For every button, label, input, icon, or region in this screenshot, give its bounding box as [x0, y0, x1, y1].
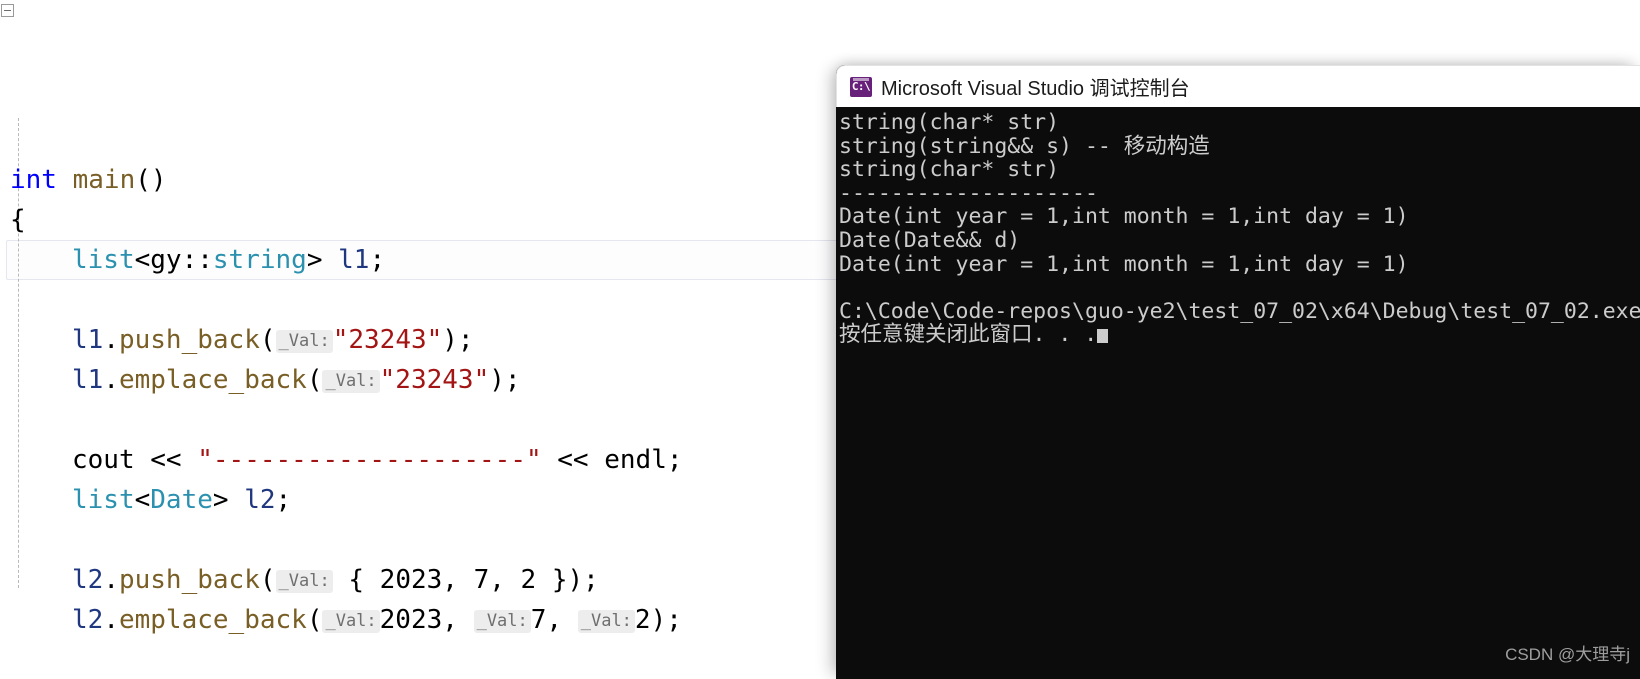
code-token: push_back	[118, 565, 260, 595]
code-fold-toggle-icon[interactable]	[1, 4, 14, 17]
console-line: Date(Date&& d)	[839, 227, 1021, 253]
console-line: string(char* str)	[839, 157, 1060, 183]
code-token: <	[134, 245, 151, 275]
code-token: ;	[666, 445, 683, 475]
code-token: >	[306, 245, 339, 275]
code-token: <	[134, 485, 151, 515]
code-token: main	[72, 165, 136, 195]
code-token: l2	[244, 485, 276, 515]
code-token: Date	[150, 485, 213, 515]
code-token: "23243"	[379, 365, 490, 395]
console-line: C:\Code\Code-repos\guo-ye2\test_07_02\x6…	[839, 298, 1640, 324]
code-token: list	[72, 245, 135, 275]
console-line: Date(int year = 1,int month = 1,int day …	[839, 251, 1409, 277]
debug-console-window[interactable]: C:\ Microsoft Visual Studio 调试控制台 string…	[836, 65, 1640, 679]
code-token: int	[10, 165, 57, 195]
console-line: --------------------	[839, 180, 1098, 206]
console-window-icon: C:\	[850, 76, 872, 97]
code-token: (	[306, 365, 323, 395]
code-token: push_back	[118, 325, 260, 355]
code-token: );	[489, 365, 521, 395]
code-token: l1	[338, 245, 370, 275]
console-icon-glyph: C:\	[851, 80, 871, 93]
code-token: l2	[72, 565, 104, 595]
code-line-text: l2.push_back(_Val: { 2023, 7, 2 });	[0, 560, 599, 601]
parameter-hint-pill: _Val:	[275, 330, 333, 353]
code-token: ;	[275, 485, 292, 515]
code-token: );	[442, 325, 474, 355]
code-token: emplace_back	[118, 365, 307, 395]
code-line-text: list<gy::string> l1;	[0, 240, 385, 280]
code-token: cout	[72, 445, 135, 475]
code-token: emplace_back	[118, 605, 307, 635]
console-output[interactable]: string(char* str) string(string&& s) -- 移…	[836, 107, 1640, 679]
console-title: Microsoft Visual Studio 调试控制台	[881, 78, 1190, 100]
code-token: endl	[604, 445, 667, 475]
console-titlebar[interactable]: C:\ Microsoft Visual Studio 调试控制台	[836, 65, 1640, 107]
code-token: <<	[134, 445, 198, 475]
code-token: string	[212, 245, 307, 275]
code-line-text: int main()	[0, 160, 167, 200]
code-token: (	[259, 565, 276, 595]
code-line-text: cout << "--------------------" << endl;	[0, 440, 683, 480]
code-token: ()	[135, 165, 167, 195]
console-cursor	[1097, 329, 1109, 344]
code-line-text: l1.emplace_back(_Val: "23243");	[0, 360, 521, 401]
code-token: "23243"	[332, 325, 443, 355]
console-line: 按任意键关闭此窗口. . .	[838, 323, 1640, 347]
code-token: .	[103, 365, 119, 395]
parameter-hint-pill: _Val:	[275, 570, 333, 593]
code-token: 7,	[530, 605, 578, 635]
parameter-hint-pill: _Val:	[322, 370, 380, 393]
parameter-hint-pill: _Val:	[322, 610, 380, 633]
code-token: l2	[72, 605, 104, 635]
code-token: 2);	[634, 605, 682, 635]
code-token: list	[72, 485, 135, 515]
code-token: 2023,	[379, 605, 474, 635]
code-token: gy	[150, 245, 182, 275]
code-token: {	[10, 205, 26, 235]
parameter-hint-pill: _Val:	[473, 610, 531, 633]
code-token: "--------------------"	[197, 445, 542, 475]
watermark-text: CSDN @大理寺j	[1505, 645, 1630, 664]
code-token: l1	[72, 325, 104, 355]
code-token: ;	[369, 245, 386, 275]
console-line: Date(int year = 1,int month = 1,int day …	[839, 204, 1409, 230]
console-line: string(char* str)	[839, 110, 1060, 135]
code-token: <<	[541, 445, 605, 475]
code-token: (	[259, 325, 276, 355]
console-line: string(string&& s) -- 移动构造	[839, 133, 1210, 159]
code-token: (	[306, 605, 323, 635]
code-line-text: l2.emplace_back(_Val: 2023, _Val: 7, _Val:…	[0, 600, 682, 641]
code-token: l1	[72, 365, 104, 395]
parameter-hint-pill: _Val:	[577, 610, 635, 633]
screenshot-root: int main(){list<gy::string> l1; l1.push_…	[0, 0, 1640, 679]
code-line-text: list<Date> l2;	[0, 480, 291, 520]
code-token: >	[212, 485, 245, 515]
code-token: ::	[181, 245, 213, 275]
code-line-text: l1.push_back(_Val: "23243");	[0, 320, 474, 361]
code-token: .	[103, 565, 119, 595]
code-token: .	[103, 325, 119, 355]
code-token: { 2023, 7, 2 });	[332, 565, 599, 595]
code-line-text: {	[0, 200, 26, 240]
code-token: .	[103, 605, 119, 635]
